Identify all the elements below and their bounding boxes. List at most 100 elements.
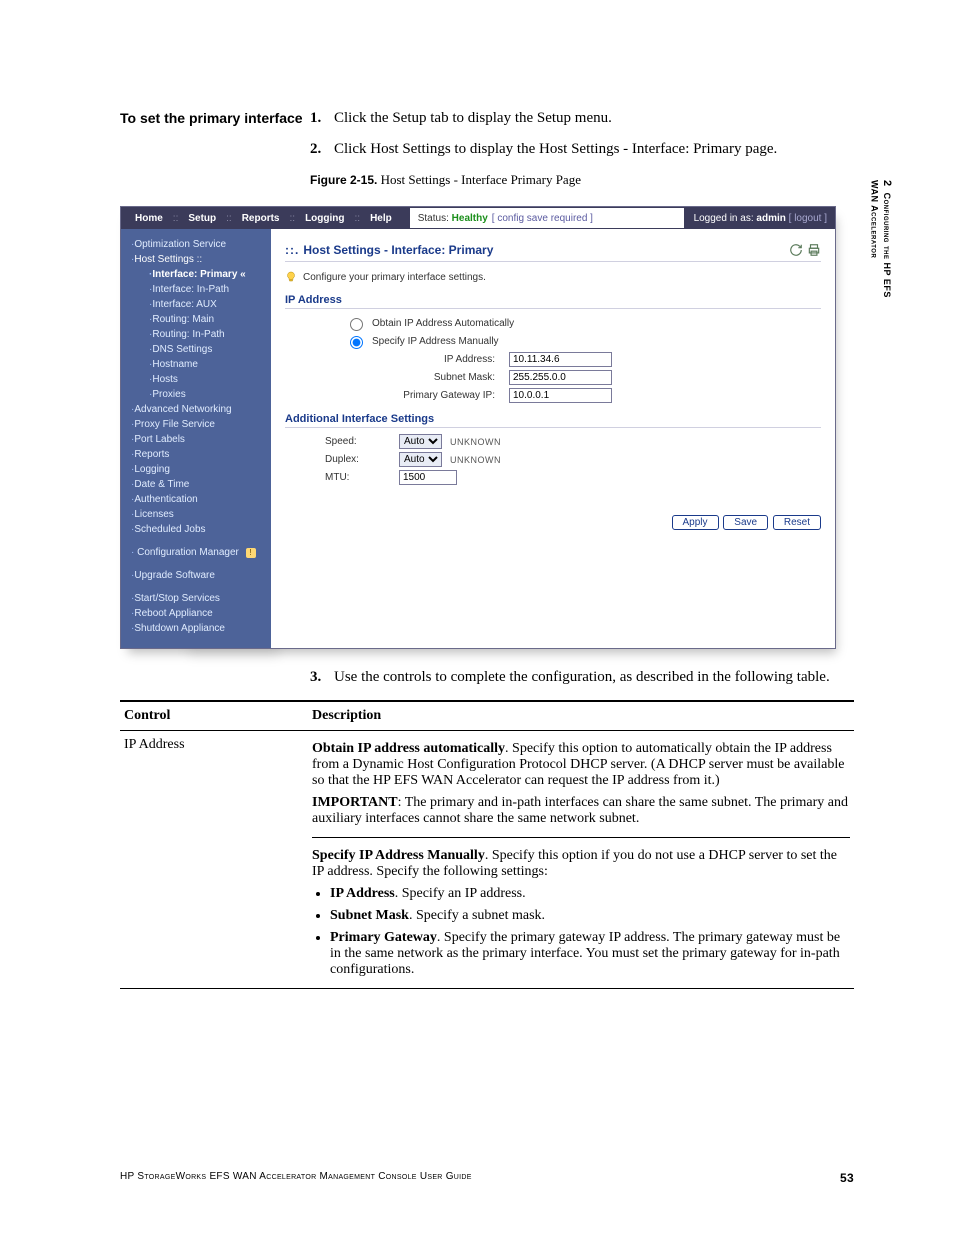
sidebar-item-reboot[interactable]: Reboot Appliance: [121, 606, 271, 621]
th-description: Description: [308, 701, 854, 731]
alert-icon: !: [246, 548, 256, 558]
tab-home[interactable]: Home: [127, 209, 171, 228]
step-num-1: 1.: [310, 110, 334, 127]
figure-title: Host Settings - Interface Primary Page: [381, 172, 581, 187]
chapter-number: 2: [881, 180, 893, 187]
print-icon[interactable]: [807, 243, 821, 257]
logout-link[interactable]: [ logout ]: [789, 213, 827, 224]
login-info: Logged in as: admin [ logout ]: [694, 213, 835, 224]
radio-auto[interactable]: [350, 318, 363, 331]
step-text-3: Use the controls to complete the configu…: [334, 669, 830, 686]
sidebar-item-hostname[interactable]: Hostname: [139, 357, 271, 372]
sidebar-item-host-settings[interactable]: Host Settings ::: [121, 252, 271, 267]
sidebar-item-rt-inpath[interactable]: Routing: In-Path: [139, 327, 271, 342]
d2-bold: Specify IP Address Manually: [312, 848, 485, 863]
d1a-bold: Obtain IP address automatically: [312, 741, 505, 756]
sidebar-item-auth[interactable]: Authentication: [121, 492, 271, 507]
figure-caption: Figure 2-15. Host Settings - Interface P…: [310, 172, 854, 188]
chapter-text-2: WAN Accelerator: [870, 180, 880, 258]
radio-manual-row[interactable]: Specify IP Address Manually: [345, 333, 821, 349]
login-prefix: Logged in as:: [694, 213, 754, 224]
label-ip: IP Address:: [335, 354, 509, 365]
step-num-2: 2.: [310, 141, 334, 158]
sidebar-item-sched[interactable]: Scheduled Jobs: [121, 522, 271, 537]
sidebar-item-shutdown[interactable]: Shutdown Appliance: [121, 621, 271, 636]
page-title-row: ::. Host Settings - Interface: Primary: [285, 243, 821, 257]
sidebar-item-proxies[interactable]: Proxies: [139, 387, 271, 402]
footer-title: HP StorageWorks EFS WAN Accelerator Mana…: [120, 1171, 472, 1185]
sidebar-item-logging[interactable]: Logging: [121, 462, 271, 477]
tab-logging[interactable]: Logging: [297, 209, 352, 228]
radio-auto-row[interactable]: Obtain IP Address Automatically: [345, 315, 821, 331]
sidebar-item-cfgmgr[interactable]: Configuration Manager !: [121, 545, 271, 560]
sidebar-item-startstop[interactable]: Start/Stop Services: [121, 591, 271, 606]
input-ip[interactable]: [509, 352, 612, 367]
sidebar-item-rt-main[interactable]: Routing: Main: [139, 312, 271, 327]
lightbulb-icon: [285, 270, 297, 284]
select-speed[interactable]: Auto: [399, 434, 442, 449]
sidebar-item-adv-net[interactable]: Advanced Networking: [121, 402, 271, 417]
footer-page-number: 53: [840, 1171, 854, 1185]
status-label: Status:: [418, 213, 449, 224]
td-control: IP Address: [120, 731, 308, 989]
sidebar-item-licenses[interactable]: Licenses: [121, 507, 271, 522]
hint-text: Configure your primary interface setting…: [303, 272, 486, 283]
sidebar-item-port-labels[interactable]: Port Labels: [121, 432, 271, 447]
figure-label: Figure 2-15.: [310, 173, 377, 187]
input-gw[interactable]: [509, 388, 612, 403]
screenshot: Home :: Setup :: Reports :: Logging :: H…: [120, 206, 836, 649]
label-duplex: Duplex:: [325, 454, 399, 465]
page-footer: HP StorageWorks EFS WAN Accelerator Mana…: [120, 1171, 854, 1185]
step-1: 1. Click the Setup tab to display the Se…: [310, 110, 854, 127]
step-3: 3. Use the controls to complete the conf…: [310, 669, 854, 686]
tab-setup[interactable]: Setup: [180, 209, 224, 228]
sidebar-item-proxy-fs[interactable]: Proxy File Service: [121, 417, 271, 432]
sidebar-item-upgrade[interactable]: Upgrade Software: [121, 568, 271, 583]
sidebar-item-if-primary[interactable]: Interface: Primary: [139, 267, 271, 282]
input-subnet[interactable]: [509, 370, 612, 385]
hint-row: Configure your primary interface setting…: [285, 270, 821, 284]
main-panel: ::. Host Settings - Interface: Primary C…: [271, 229, 835, 648]
d1b-bold: IMPORTANT: [312, 795, 398, 810]
li-ip: IP Address. Specify an IP address.: [330, 886, 850, 902]
label-gw: Primary Gateway IP:: [335, 390, 509, 401]
select-duplex[interactable]: Auto: [399, 452, 442, 467]
step-num-3: 3.: [310, 669, 334, 686]
reset-button[interactable]: Reset: [773, 515, 821, 530]
sidebar-item-datetime[interactable]: Date & Time: [121, 477, 271, 492]
sidebar-item-if-inpath[interactable]: Interface: In-Path: [139, 282, 271, 297]
tab-reports[interactable]: Reports: [234, 209, 288, 228]
label-mtu: MTU:: [325, 472, 399, 483]
section-ip-header: IP Address: [285, 294, 821, 309]
controls-table: Control Description IP Address Obtain IP…: [120, 700, 854, 989]
speed-after: UNKNOWN: [450, 437, 501, 447]
save-button[interactable]: Save: [723, 515, 768, 530]
sidebar-item-label: Configuration Manager: [137, 547, 239, 558]
sidebar-item-reports[interactable]: Reports: [121, 447, 271, 462]
td-description: Obtain IP address automatically. Specify…: [308, 731, 854, 989]
sidebar-item-opt-service[interactable]: Optimization Service: [121, 237, 271, 252]
refresh-icon[interactable]: [789, 243, 803, 257]
sidebar-item-hosts[interactable]: Hosts: [139, 372, 271, 387]
button-bar: Apply Save Reset: [285, 515, 821, 530]
login-user: admin: [756, 213, 785, 224]
duplex-after: UNKNOWN: [450, 455, 501, 465]
input-mtu[interactable]: [399, 470, 457, 485]
step-text-2: Click Host Settings to display the Host …: [334, 141, 777, 158]
radio-manual[interactable]: [350, 336, 363, 349]
th-control: Control: [120, 701, 308, 731]
section-heading: To set the primary interface: [120, 110, 310, 128]
label-speed: Speed:: [325, 436, 399, 447]
status-value: Healthy: [452, 213, 488, 224]
tab-help[interactable]: Help: [362, 209, 400, 228]
chapter-text-1: Configuring the HP EFS: [882, 193, 892, 298]
step-text-1: Click the Setup tab to display the Setup…: [334, 110, 612, 127]
label-subnet: Subnet Mask:: [335, 372, 509, 383]
sidebar-item-dns[interactable]: DNS Settings: [139, 342, 271, 357]
sidebar-item-if-aux[interactable]: Interface: AUX: [139, 297, 271, 312]
step-2: 2. Click Host Settings to display the Ho…: [310, 141, 854, 158]
section-addl-header: Additional Interface Settings: [285, 413, 821, 428]
side-tab: 2 Configuring the HP EFS WAN Accelerator: [868, 180, 894, 298]
apply-button[interactable]: Apply: [672, 515, 719, 530]
status-bar: Status: Healthy [ config save required ]: [410, 208, 684, 228]
